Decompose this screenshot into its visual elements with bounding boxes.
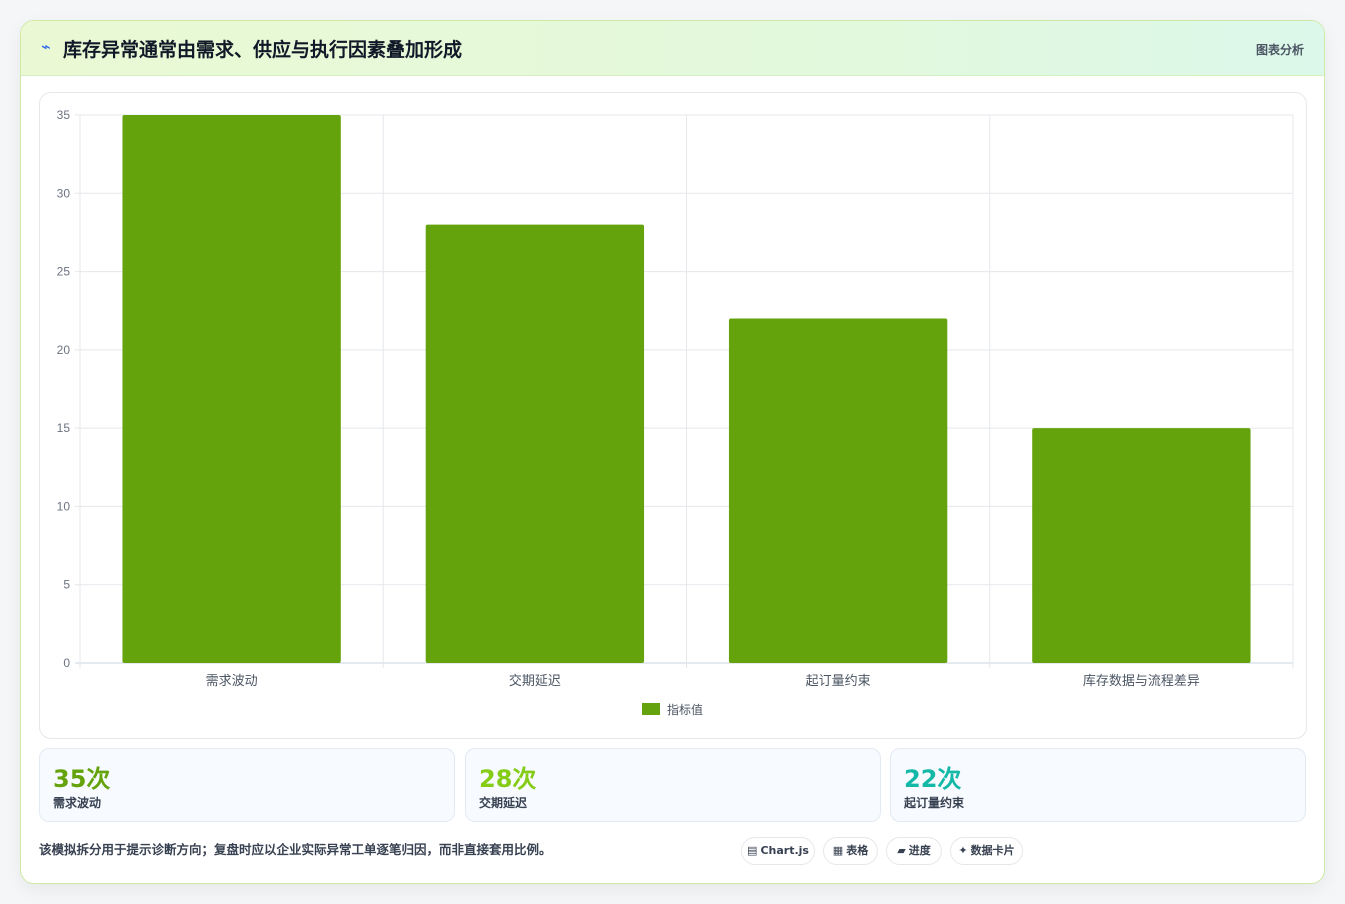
pill-label: 表格: [846, 844, 869, 857]
footnote: 该模拟拆分用于提示诊断方向；复盘时应以企业实际异常工单逐笔归因，而非直接套用比例…: [39, 842, 552, 857]
x-tick-label: 库存数据与流程差异: [1083, 673, 1200, 689]
x-tick-label: 起订量约束: [806, 674, 871, 689]
stat-card-demand: 35次 需求波动: [39, 748, 455, 822]
pill-chartjs[interactable]: ▤ Chart.js: [741, 837, 815, 865]
y-tick-label: 15: [57, 421, 71, 435]
sparkle-icon: ✦: [958, 844, 968, 857]
stat-value: 28次: [479, 765, 537, 793]
pill-progress[interactable]: ▰ 进度: [886, 837, 942, 865]
y-tick-label: 25: [57, 265, 71, 279]
x-tick-label: 需求波动: [206, 674, 258, 689]
chart-area: 0 5 10 15 20 25 30 35 需求波动 交期延迟 起订量约束 库存数据与流程差异指标值: [39, 92, 1307, 739]
chart-analysis-tag: 图表分析: [1255, 43, 1304, 57]
legend-swatch: [642, 703, 660, 715]
table-icon: ▦: [832, 844, 844, 857]
bar-4: [1032, 428, 1251, 663]
stat-card-moq: 22次 起订量约束: [890, 748, 1306, 822]
stat-label: 交期延迟: [479, 796, 528, 810]
y-tick-label: 30: [57, 186, 71, 200]
stat-label: 需求波动: [53, 796, 102, 810]
y-tick-label: 0: [63, 656, 70, 670]
pill-table[interactable]: ▦ 表格: [823, 837, 878, 865]
bar-1: [122, 115, 341, 663]
progress-icon: ▰: [897, 844, 906, 857]
bar-2: [425, 224, 645, 663]
pill-label: Chart.js: [760, 844, 809, 857]
legend-label: 指标值: [667, 702, 703, 717]
card-title: 库存异常通常由需求、供应与执行因素叠加形成: [63, 39, 463, 61]
stat-label: 起订量约束: [904, 796, 965, 810]
y-tick-label: 20: [57, 343, 71, 357]
y-tick-label: 5: [63, 578, 70, 592]
pill-data-cards[interactable]: ✦ 数据卡片: [950, 837, 1023, 865]
stat-value: 22次: [904, 765, 962, 793]
card-header: ⌁ 库存异常通常由需求、供应与执行因素叠加形成 图表分析: [21, 21, 1324, 76]
pill-label: 进度: [908, 844, 931, 857]
x-tick-label: 交期延迟: [509, 673, 561, 689]
y-tick-label: 35: [57, 108, 71, 122]
bar-3: [728, 318, 948, 663]
y-tick-label: 10: [57, 499, 71, 513]
chart-card: ⌁ 库存异常通常由需求、供应与执行因素叠加形成 图表分析 0 5 10 15 20 25 3…: [20, 20, 1325, 884]
chart-icon: ▤: [747, 844, 758, 857]
bar-chart: 0 5 10 15 20 25 30 35 需求波动 交期延迟 起订量约束 库存数据与流程差异指标值: [57, 108, 1294, 717]
pill-label: 数据卡片: [970, 844, 1015, 857]
stat-value: 35次: [53, 765, 111, 793]
trend-icon: ⌁: [41, 37, 51, 56]
stat-card-leadtime: 28次 交期延迟: [465, 748, 881, 822]
